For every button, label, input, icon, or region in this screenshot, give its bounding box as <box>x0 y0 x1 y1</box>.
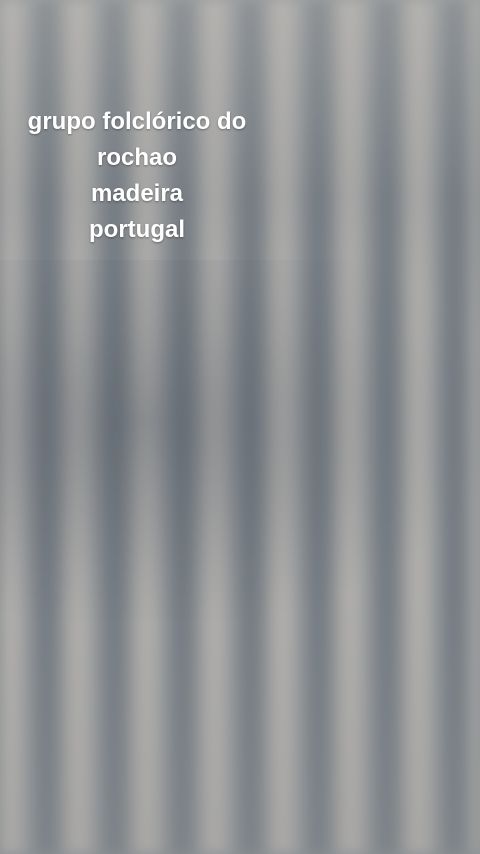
video-frame: grupo folclórico do rochao madeira portu… <box>0 0 480 854</box>
caption-line-1: grupo folclórico do <box>27 108 247 135</box>
overlay-caption: grupo folclórico do rochao madeira portu… <box>0 104 274 248</box>
caption-line-4: portugal <box>89 216 185 243</box>
caption-line-3: madeira <box>90 180 184 207</box>
background-shadow <box>0 260 480 620</box>
background-lower-tone <box>0 594 480 854</box>
caption-line-2: rochao <box>96 144 177 171</box>
